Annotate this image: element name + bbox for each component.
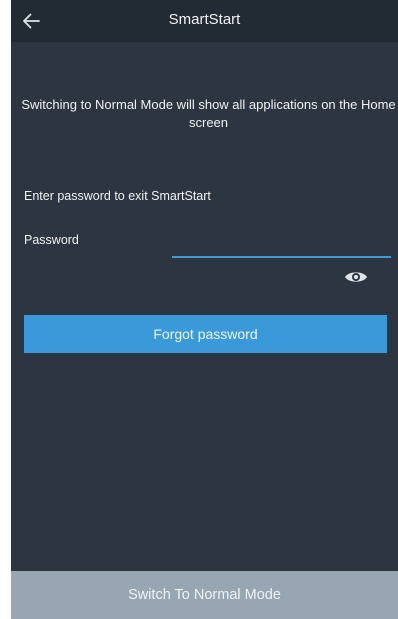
eye-icon [345, 272, 367, 282]
switch-to-normal-mode-button[interactable]: Switch To Normal Mode [11, 571, 398, 619]
password-input[interactable] [172, 236, 391, 258]
forgot-password-button[interactable]: Forgot password [24, 315, 387, 353]
smartstart-screen: SmartStart Switching to Normal Mode will… [11, 0, 398, 619]
password-label: Password [24, 233, 79, 247]
page-title: SmartStart [168, 11, 241, 28]
app-bar: SmartStart [11, 0, 398, 42]
mode-switch-info: Switching to Normal Mode will show all a… [21, 97, 396, 130]
toggle-password-visibility-button[interactable] [343, 268, 369, 286]
password-prompt: Enter password to exit SmartStart [24, 189, 211, 203]
